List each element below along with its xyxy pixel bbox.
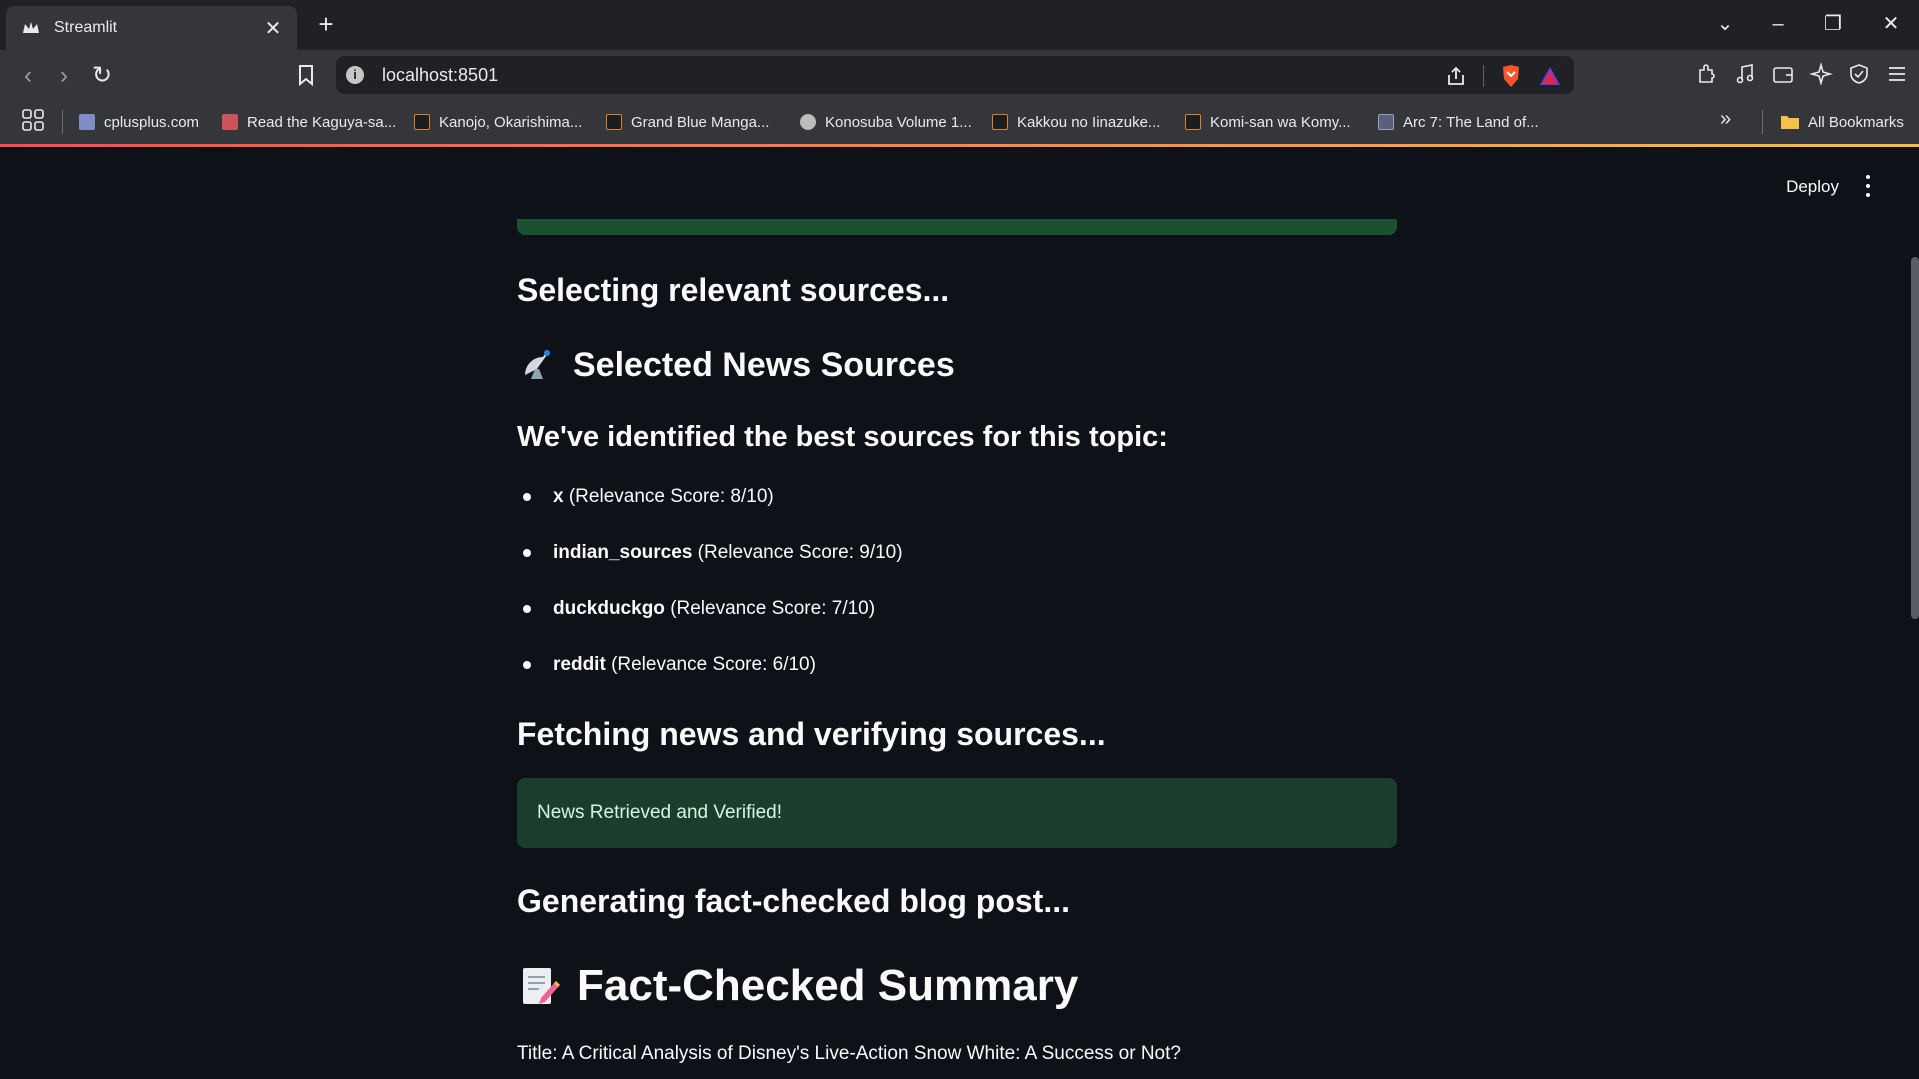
memo-icon <box>523 968 561 1004</box>
back-icon[interactable]: ‹ <box>14 62 42 90</box>
identified-heading: We've identified the best sources for th… <box>517 421 1168 453</box>
address-url: localhost:8501 <box>382 64 499 85</box>
bullet-dot <box>523 493 531 501</box>
streamlit-app: Deploy Selecting relevant sources... Sel… <box>0 147 1919 1079</box>
bullet-dot <box>523 605 531 613</box>
list-item: reddit (Relevance Score: 6/10) <box>517 637 1397 693</box>
cplusplus-icon <box>79 114 95 130</box>
tab-search-icon[interactable]: ⌄ <box>1705 10 1745 38</box>
summary-title: Fact-Checked Summary <box>577 961 1079 1010</box>
page-scrollbar[interactable] <box>1911 257 1919 619</box>
bookmark-label: Komi-san wa Komy... <box>1210 113 1351 131</box>
bookmark-item[interactable]: Kanojo, Okarishima... <box>414 106 582 138</box>
selecting-heading: Selecting relevant sources... <box>517 272 950 308</box>
main-menu-icon[interactable] <box>1863 175 1873 197</box>
satellite-antenna-icon <box>525 350 550 379</box>
minimize-button[interactable]: – <box>1758 10 1798 38</box>
manga-icon <box>1185 114 1201 130</box>
bookmark-label: Kakkou no Iinazuke... <box>1017 113 1161 131</box>
new-tab-button[interactable]: + <box>312 10 340 38</box>
source-score: (Relevance Score: 6/10) <box>611 654 816 675</box>
success-alert: News Retrieved and Verified! <box>517 778 1397 848</box>
list-item: duckduckgo (Relevance Score: 7/10) <box>517 581 1397 637</box>
wallet-icon[interactable] <box>1771 62 1795 86</box>
more-bookmarks-icon[interactable]: » <box>1720 108 1731 131</box>
address-bar[interactable]: i localhost:8501 <box>336 56 1574 94</box>
bookmark-item[interactable]: Komi-san wa Komy... <box>1185 106 1351 138</box>
vpn-icon[interactable] <box>1847 62 1871 86</box>
bullet-dot <box>523 549 531 557</box>
share-icon[interactable] <box>1445 65 1467 87</box>
menu-icon[interactable] <box>1885 62 1909 86</box>
browser-tab-bar: Streamlit ✕ + ⌄ – ❐ ✕ <box>0 0 1919 50</box>
all-bookmarks-label: All Bookmarks <box>1808 113 1904 131</box>
bullet-dot <box>523 661 531 669</box>
bookmark-label: Kanojo, Okarishima... <box>439 113 583 131</box>
all-bookmarks-button[interactable]: All Bookmarks <box>1780 106 1904 138</box>
document-icon <box>1378 114 1394 130</box>
reload-icon[interactable]: ↻ <box>88 62 116 90</box>
extensions-icon[interactable] <box>1695 62 1719 86</box>
manga-icon <box>606 114 622 130</box>
source-name: reddit <box>553 654 606 675</box>
tab-close-icon[interactable]: ✕ <box>261 16 285 41</box>
bookmark-item[interactable]: Kakkou no Iinazuke... <box>992 106 1160 138</box>
bookmark-item[interactable]: Read the Kaguya-sa... <box>222 106 396 138</box>
source-score: (Relevance Score: 8/10) <box>568 486 774 507</box>
source-name: indian_sources <box>553 542 693 563</box>
bookmark-label: cplusplus.com <box>104 113 200 131</box>
summary-heading: Fact-Checked Summary <box>517 961 1078 1011</box>
fetching-heading: Fetching news and verifying sources... <box>517 716 1106 752</box>
bookmarks-divider <box>1762 110 1763 134</box>
omnibox-divider <box>1483 65 1484 87</box>
bookmark-item[interactable]: Grand Blue Manga... <box>606 106 769 138</box>
leo-ai-icon[interactable] <box>1809 62 1833 86</box>
bookmark-item[interactable]: cplusplus.com <box>79 106 199 138</box>
source-name: x <box>553 486 564 507</box>
bookmark-label: Read the Kaguya-sa... <box>247 113 397 131</box>
selected-sources-title: Selected News Sources <box>573 345 955 384</box>
apps-grid-icon[interactable] <box>22 109 44 131</box>
folder-icon <box>1781 116 1799 129</box>
kaguya-icon <box>222 114 238 130</box>
blog-post-title: Title: A Critical Analysis of Disney's L… <box>517 1043 1181 1064</box>
source-score: (Relevance Score: 7/10) <box>670 598 876 619</box>
close-window-button[interactable]: ✕ <box>1871 10 1911 38</box>
previous-success-box <box>517 219 1397 235</box>
bookmark-item[interactable]: Konosuba Volume 1... <box>800 106 972 138</box>
music-icon[interactable] <box>1733 62 1757 86</box>
list-item: x (Relevance Score: 8/10) <box>517 469 1397 525</box>
forward-icon[interactable]: › <box>50 62 78 90</box>
manga-icon <box>992 114 1008 130</box>
site-info-icon[interactable]: i <box>346 66 364 84</box>
list-item: indian_sources (Relevance Score: 9/10) <box>517 525 1397 581</box>
bookmark-label: Grand Blue Manga... <box>631 113 770 131</box>
bookmark-label: Konosuba Volume 1... <box>825 113 972 131</box>
streamlit-crown-icon <box>23 22 39 33</box>
selected-sources-heading: Selected News Sources <box>517 345 955 385</box>
manga-icon <box>414 114 430 130</box>
source-name: duckduckgo <box>553 598 665 619</box>
bookmark-label: Arc 7: The Land of... <box>1403 113 1539 131</box>
bookmark-icon[interactable] <box>296 64 316 86</box>
deploy-button[interactable]: Deploy <box>1786 177 1839 197</box>
tab-title: Streamlit <box>54 19 118 36</box>
source-score: (Relevance Score: 9/10) <box>697 542 903 563</box>
brave-rewards-icon[interactable] <box>1538 65 1562 87</box>
globe-icon <box>800 114 816 130</box>
sources-list: x (Relevance Score: 8/10) indian_sources… <box>517 469 1397 693</box>
generating-heading: Generating fact-checked blog post... <box>517 883 1070 919</box>
restore-button[interactable]: ❐ <box>1813 10 1853 38</box>
brave-shield-icon[interactable] <box>1500 64 1522 88</box>
browser-toolbar: ‹ › ↻ i localhost:8501 <box>0 50 1919 100</box>
browser-tab[interactable]: Streamlit ✕ <box>6 6 297 50</box>
success-message: News Retrieved and Verified! <box>537 802 783 823</box>
bookmark-item[interactable]: Arc 7: The Land of... <box>1378 106 1539 138</box>
bookmarks-divider <box>62 110 63 134</box>
